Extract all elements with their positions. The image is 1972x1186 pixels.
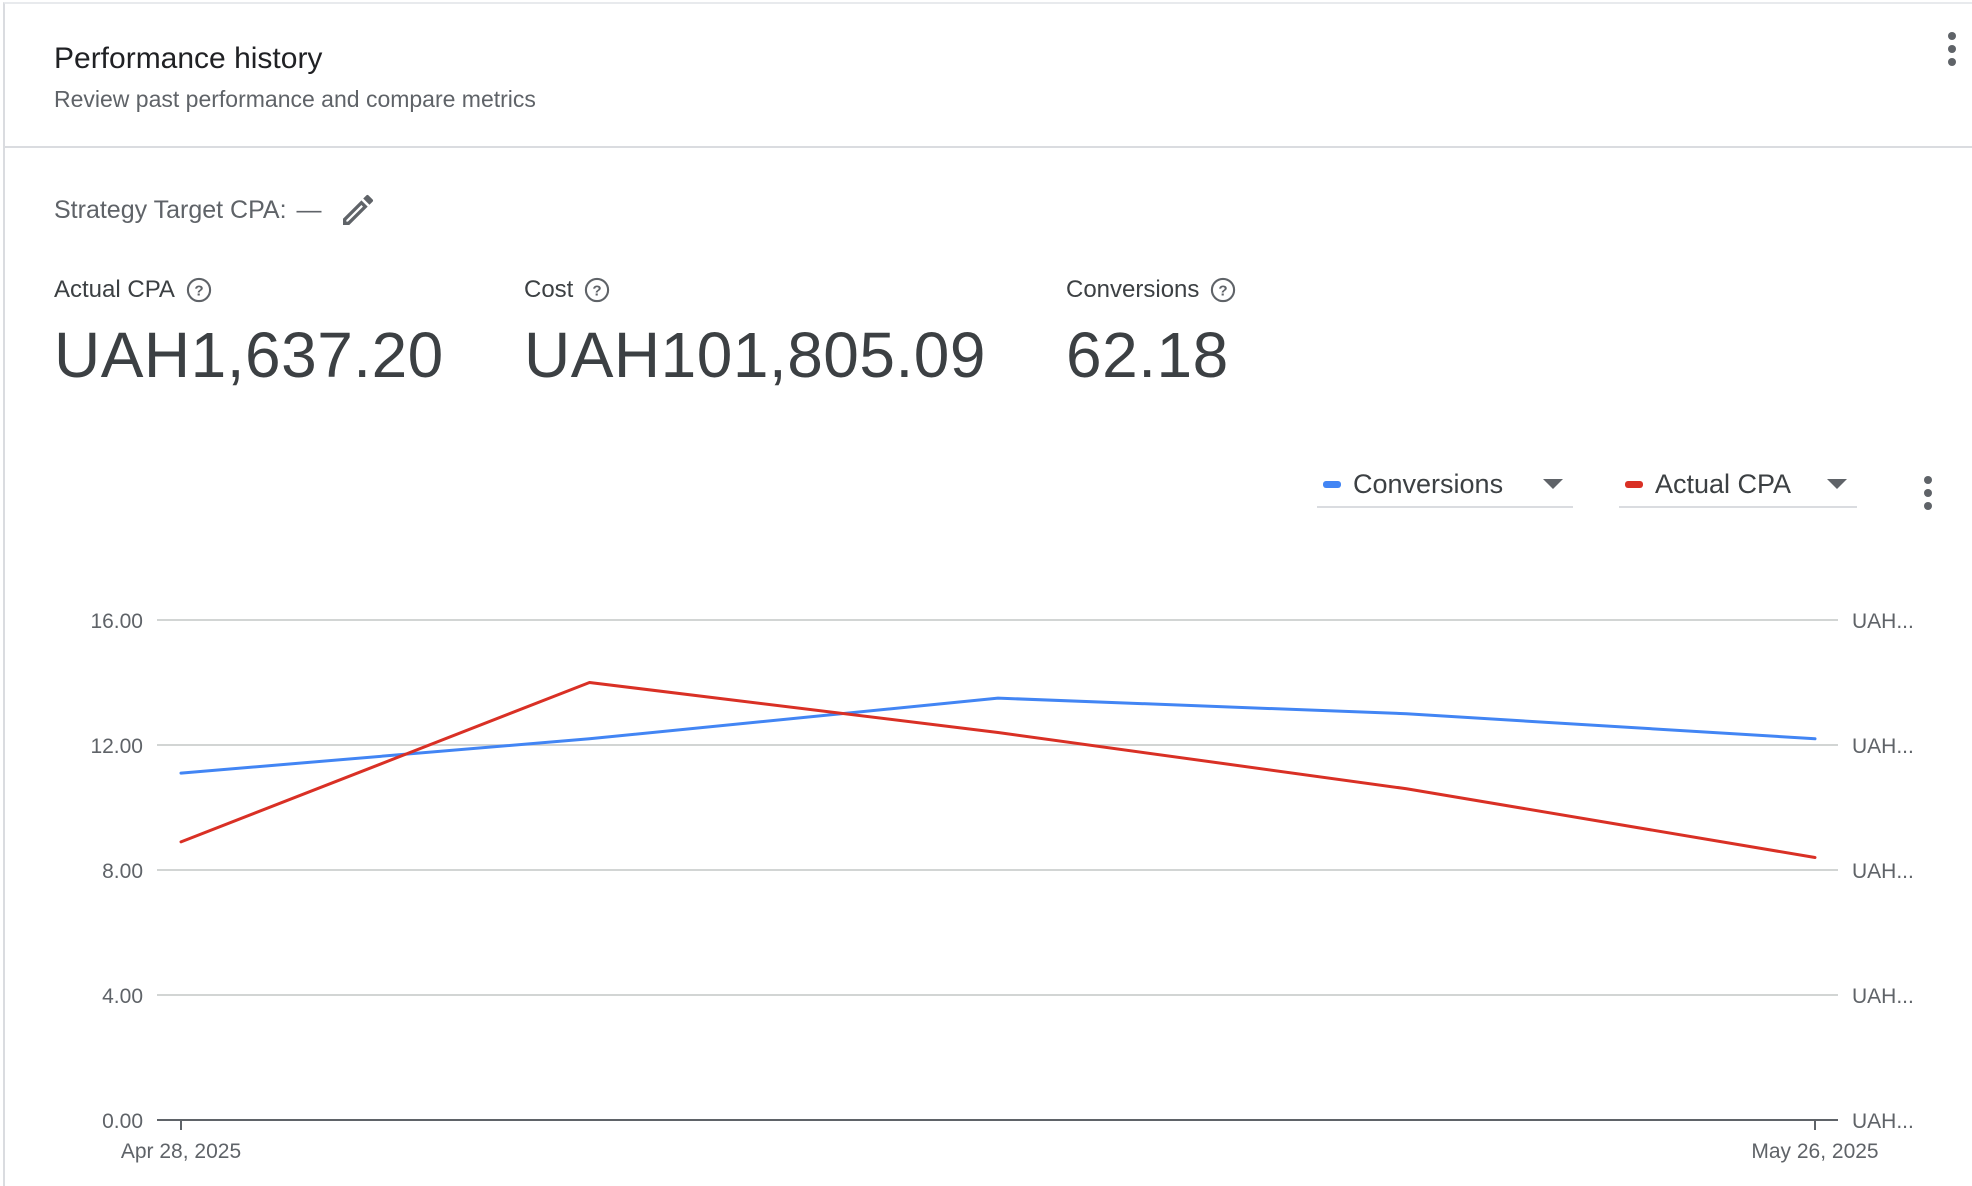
y2-axis-tick-label: UAH...	[1852, 735, 1914, 758]
y-axis-tick-label: 4.00	[102, 985, 143, 1008]
performance-history-card: Performance history Review past performa…	[3, 2, 1972, 1186]
y-axis-tick-label: 16.00	[90, 610, 143, 633]
series-line-conversions	[179, 696, 1817, 775]
y-axis-tick-label: 12.00	[90, 735, 143, 758]
y2-axis-tick-label: UAH...	[1852, 1110, 1914, 1133]
y-axis-tick-label: 0.00	[102, 1110, 143, 1133]
x-axis-tick-label: May 26, 2025	[1751, 1140, 1878, 1163]
y-axis-tick-label: 8.00	[102, 860, 143, 883]
y2-axis-tick-label: UAH...	[1852, 985, 1914, 1008]
y2-axis-tick-label: UAH...	[1852, 860, 1914, 883]
performance-line-chart: 0.00 UAH... 4.00 UAH... 8.00 UAH... 12.00 UAH..…	[90, 610, 1914, 1163]
y2-axis-tick-label: UAH...	[1852, 610, 1914, 633]
series-line-actual-cpa	[179, 681, 1817, 859]
x-axis-tick-label: Apr 28, 2025	[121, 1140, 241, 1163]
